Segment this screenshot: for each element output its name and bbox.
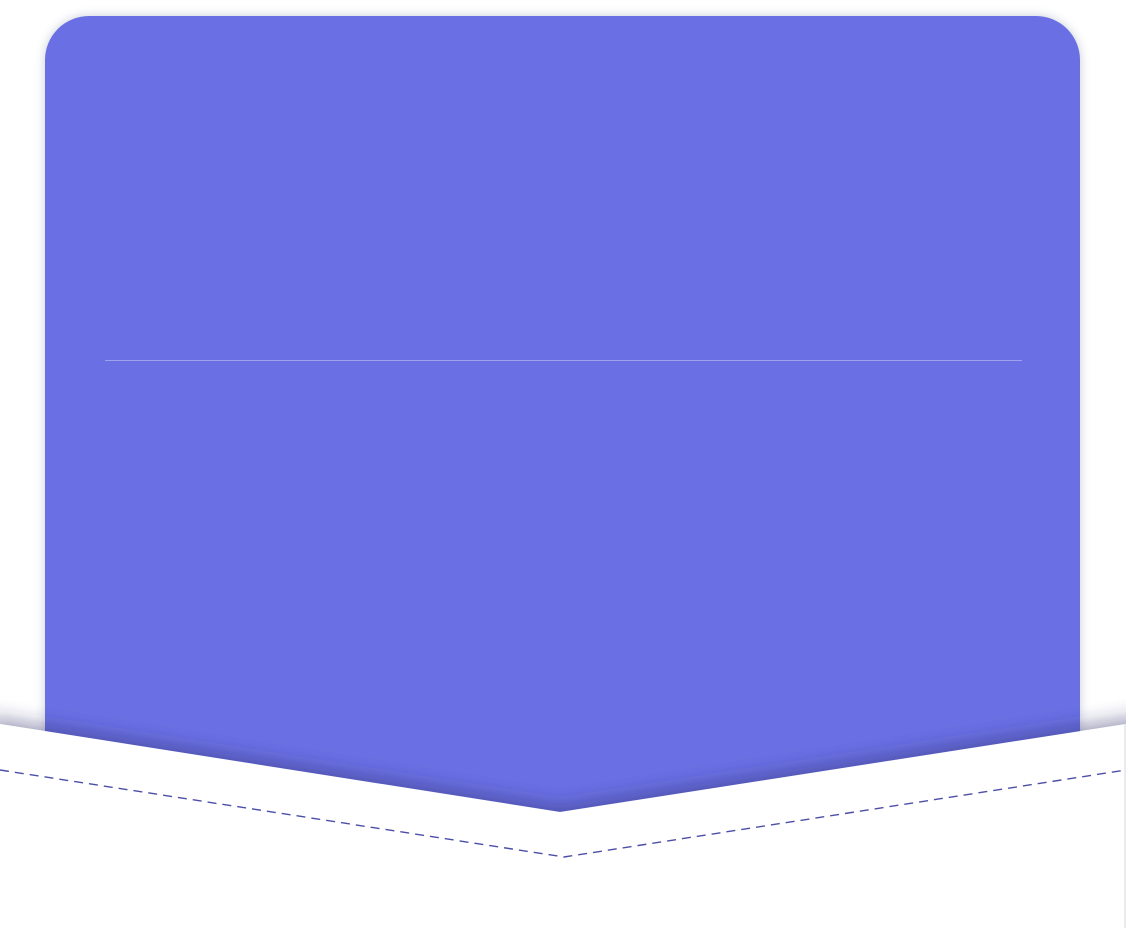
pocket-body [0, 724, 1126, 928]
pocket-card-illustration [0, 0, 1126, 928]
pocket-front [0, 724, 1126, 928]
